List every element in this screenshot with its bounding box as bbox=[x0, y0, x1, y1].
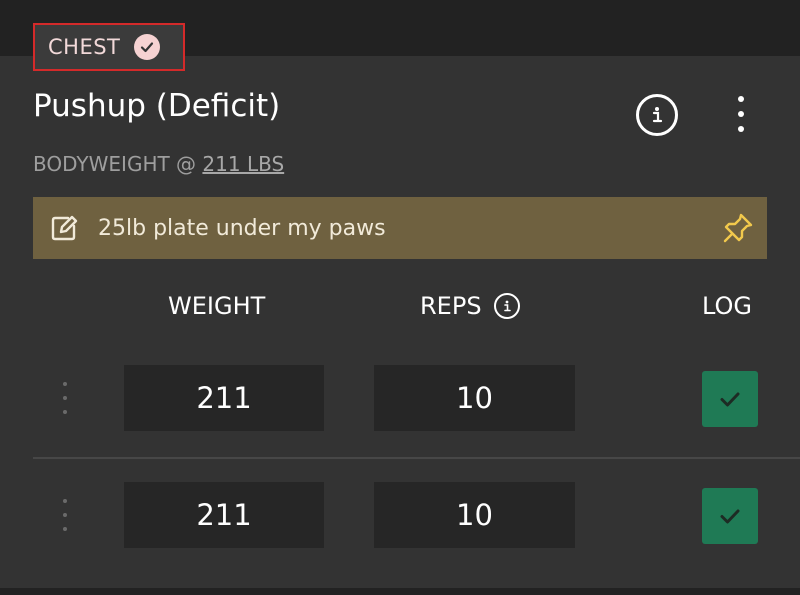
edit-note-icon bbox=[48, 212, 80, 244]
subtitle-prefix: BODYWEIGHT @ bbox=[33, 152, 197, 176]
reps-info-icon[interactable] bbox=[493, 293, 520, 319]
info-icon[interactable] bbox=[636, 94, 678, 136]
check-icon bbox=[720, 392, 740, 407]
row-divider bbox=[33, 457, 800, 459]
more-vertical-icon[interactable] bbox=[728, 96, 754, 132]
pin-icon[interactable] bbox=[721, 211, 755, 245]
set-row: 211 10 bbox=[0, 482, 800, 548]
bottom-strip bbox=[0, 588, 800, 595]
weight-input[interactable]: 211 bbox=[124, 482, 324, 548]
log-checkbox[interactable] bbox=[702, 371, 758, 427]
column-header-reps-label: REPS bbox=[420, 292, 482, 320]
column-header-reps: REPS bbox=[420, 292, 520, 320]
exercise-note[interactable]: 25lb plate under my paws bbox=[33, 197, 767, 259]
drag-handle-icon[interactable] bbox=[61, 499, 69, 531]
weight-input[interactable]: 211 bbox=[124, 365, 324, 431]
drag-handle-icon[interactable] bbox=[61, 382, 69, 414]
note-text: 25lb plate under my paws bbox=[98, 215, 386, 241]
column-header-weight: WEIGHT bbox=[168, 292, 266, 320]
reps-input[interactable]: 10 bbox=[374, 365, 575, 431]
exercise-title: Pushup (Deficit) bbox=[33, 88, 281, 124]
check-circle-icon bbox=[134, 34, 161, 60]
muscle-group-label: CHEST bbox=[48, 35, 121, 59]
log-checkbox[interactable] bbox=[702, 488, 758, 544]
check-icon bbox=[720, 509, 740, 524]
set-row: 211 10 bbox=[0, 365, 800, 431]
exercise-subtitle: BODYWEIGHT @ 211 LBS bbox=[33, 152, 284, 176]
reps-input[interactable]: 10 bbox=[374, 482, 575, 548]
column-header-log: LOG bbox=[702, 292, 753, 320]
bodyweight-link[interactable]: 211 LBS bbox=[202, 152, 284, 176]
muscle-group-badge[interactable]: CHEST bbox=[33, 23, 185, 71]
